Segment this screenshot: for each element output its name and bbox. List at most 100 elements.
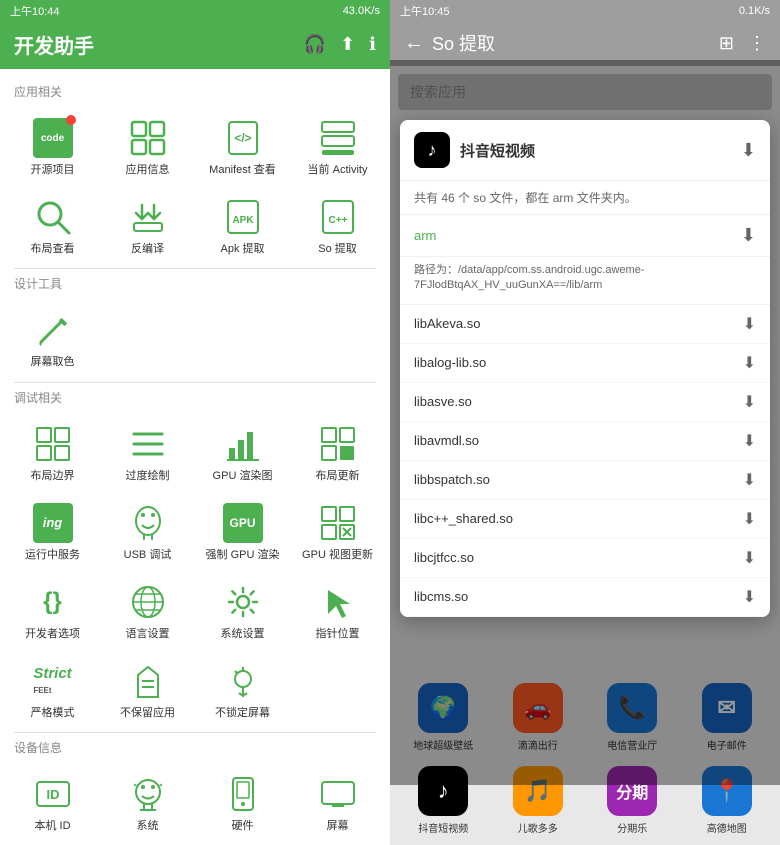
so-icon: C++ xyxy=(316,195,360,239)
grid-item-decompile[interactable]: 反编译 xyxy=(101,187,194,264)
pointer-label: 指针位置 xyxy=(316,628,360,641)
running-service-label: 运行中服务 xyxy=(25,549,80,562)
grid-item-gpu-update[interactable]: GPU 视图更新 xyxy=(291,493,384,570)
app-info-icon xyxy=(126,116,170,160)
popup-app-icon: ♪ xyxy=(414,132,450,168)
so-label: So 提取 xyxy=(318,243,357,256)
folder-name: arm xyxy=(414,228,436,243)
grid-item-lang[interactable]: 语言设置 xyxy=(101,572,194,649)
dev-options-icon: {} xyxy=(31,580,75,624)
grid-item-force-gpu[interactable]: GPU 强制 GPU 渲染 xyxy=(196,493,289,570)
popup-download-icon[interactable]: ⬇ xyxy=(741,140,756,161)
so-item-1[interactable]: libalog-lib.so ⬇ xyxy=(400,344,770,383)
grid-design: 屏幕取色 xyxy=(0,296,390,381)
info-icon[interactable]: ℹ xyxy=(369,34,376,55)
header-left: 开发助手 🎧 ⬆ ℹ xyxy=(0,22,390,69)
activity-icon xyxy=(316,116,360,160)
hardware-icon xyxy=(221,772,265,816)
app-title: 开发助手 xyxy=(14,30,94,59)
sys-settings-label: 系统设置 xyxy=(221,628,265,641)
layout-border-icon xyxy=(31,422,75,466)
download-icon-0[interactable]: ⬇ xyxy=(743,314,756,334)
overdraw-label: 过度绘制 xyxy=(126,470,170,483)
grid-item-pointer[interactable]: 指针位置 xyxy=(291,572,384,649)
grid-item-color[interactable]: 屏幕取色 xyxy=(6,300,99,377)
grid-item-no-lock[interactable]: 不锁定屏幕 xyxy=(196,651,289,728)
grid-item-device-id[interactable]: ID 本机 ID xyxy=(6,764,99,841)
so-item-2[interactable]: libasve.so ⬇ xyxy=(400,383,770,422)
back-button[interactable]: ← xyxy=(404,32,424,55)
no-keep-icon xyxy=(126,659,170,703)
more-icon[interactable]: ⋮ xyxy=(748,33,766,54)
color-label: 屏幕取色 xyxy=(31,356,75,369)
kids-label: 儿歌多多 xyxy=(518,820,558,835)
lang-icon xyxy=(126,580,170,624)
grid-item-apk[interactable]: APK Apk 提取 xyxy=(196,187,289,264)
grid-item-hardware[interactable]: 硬件 xyxy=(196,764,289,841)
no-lock-label: 不锁定屏幕 xyxy=(215,707,270,720)
so-item-6[interactable]: libcjtfcc.so ⬇ xyxy=(400,539,770,578)
popup-subtitle: 共有 46 个 so 文件，都在 arm 文件夹内。 xyxy=(400,181,770,215)
grid-item-no-keep[interactable]: 不保留应用 xyxy=(101,651,194,728)
so-item-4[interactable]: libbspatch.so ⬇ xyxy=(400,461,770,500)
so-item-0[interactable]: libAkeva.so ⬇ xyxy=(400,305,770,344)
grid-item-activity[interactable]: 当前 Activity xyxy=(291,108,384,185)
lang-label: 语言设置 xyxy=(126,628,170,641)
so-file-list: libAkeva.so ⬇ libalog-lib.so ⬇ libasve.s… xyxy=(400,305,770,617)
device-id-icon: ID xyxy=(31,772,75,816)
manifest-icon: </> xyxy=(221,116,265,160)
header-left-icons: 🎧 ⬆ ℹ xyxy=(304,34,376,55)
grid-view-icon[interactable]: ⊞ xyxy=(719,33,734,54)
grid-item-sys-settings[interactable]: 系统设置 xyxy=(196,572,289,649)
share-icon[interactable]: ⬆ xyxy=(340,34,355,55)
download-icon-3[interactable]: ⬇ xyxy=(743,431,756,451)
so-item-7[interactable]: libcms.so ⬇ xyxy=(400,578,770,617)
so-item-3[interactable]: libavmdl.so ⬇ xyxy=(400,422,770,461)
time-right: 上午10:45 xyxy=(400,3,450,19)
layout-update-icon xyxy=(316,422,360,466)
dev-options-label: 开发者选项 xyxy=(25,628,80,641)
headphone-icon[interactable]: 🎧 xyxy=(304,34,326,55)
grid-item-usb-debug[interactable]: USB 调试 xyxy=(101,493,194,570)
color-icon xyxy=(31,308,75,352)
grid-item-dev-options[interactable]: {} 开发者选项 xyxy=(6,572,99,649)
download-icon-7[interactable]: ⬇ xyxy=(743,587,756,607)
activity-label: 当前 Activity xyxy=(308,164,368,177)
folder-download-icon[interactable]: ⬇ xyxy=(741,225,756,246)
grid-item-layout-view[interactable]: 布局查看 xyxy=(6,187,99,264)
gpu-update-label: GPU 视图更新 xyxy=(302,549,373,562)
grid-item-strict[interactable]: StrictFEEt 严格模式 xyxy=(6,651,99,728)
download-icon-2[interactable]: ⬇ xyxy=(743,392,756,412)
grid-item-system[interactable]: 系统 xyxy=(101,764,194,841)
grid-item-open-source[interactable]: code 开源项目 xyxy=(6,108,99,185)
force-gpu-icon: GPU xyxy=(221,501,265,545)
grid-item-layout-update[interactable]: 布局更新 xyxy=(291,414,384,491)
left-panel: 上午10:44 43.0K/s 开发助手 🎧 ⬆ ℹ 应用相关 code 开源项… xyxy=(0,0,390,845)
svg-text:ID: ID xyxy=(46,787,59,802)
popup-overlay: ♪ 抖音短视频 ⬇ 共有 46 个 so 文件，都在 arm 文件夹内。 arm… xyxy=(390,60,780,785)
open-source-label: 开源项目 xyxy=(31,164,75,177)
grid-item-so[interactable]: C++ So 提取 xyxy=(291,187,384,264)
download-icon-4[interactable]: ⬇ xyxy=(743,470,756,490)
popup-header-left: ♪ 抖音短视频 xyxy=(414,132,535,168)
download-icon-6[interactable]: ⬇ xyxy=(743,548,756,568)
popup-folder[interactable]: arm ⬇ xyxy=(400,215,770,257)
grid-item-layout-border[interactable]: 布局边界 xyxy=(6,414,99,491)
grid-debug: 布局边界 过度绘制 xyxy=(0,410,390,733)
grid-item-app-info[interactable]: 应用信息 xyxy=(101,108,194,185)
usb-debug-icon xyxy=(126,501,170,545)
strict-label: 严格模式 xyxy=(31,707,75,720)
so-item-5[interactable]: libc++_shared.so ⬇ xyxy=(400,500,770,539)
download-icon-1[interactable]: ⬇ xyxy=(743,353,756,373)
grid-item-running-service[interactable]: ing 运行中服务 xyxy=(6,493,99,570)
gpu-update-icon xyxy=(316,501,360,545)
grid-item-overdraw[interactable]: 过度绘制 xyxy=(101,414,194,491)
section-label-debug: 调试相关 xyxy=(0,383,390,410)
download-icon-5[interactable]: ⬇ xyxy=(743,509,756,529)
section-label-apps: 应用相关 xyxy=(0,77,390,104)
grid-item-manifest[interactable]: </> Manifest 查看 xyxy=(196,108,289,185)
grid-item-gpu-render[interactable]: GPU 渲染图 xyxy=(196,414,289,491)
grid-item-screen[interactable]: 屏幕 xyxy=(291,764,384,841)
decompile-label: 反编译 xyxy=(131,243,164,256)
open-source-icon: code xyxy=(31,116,75,160)
